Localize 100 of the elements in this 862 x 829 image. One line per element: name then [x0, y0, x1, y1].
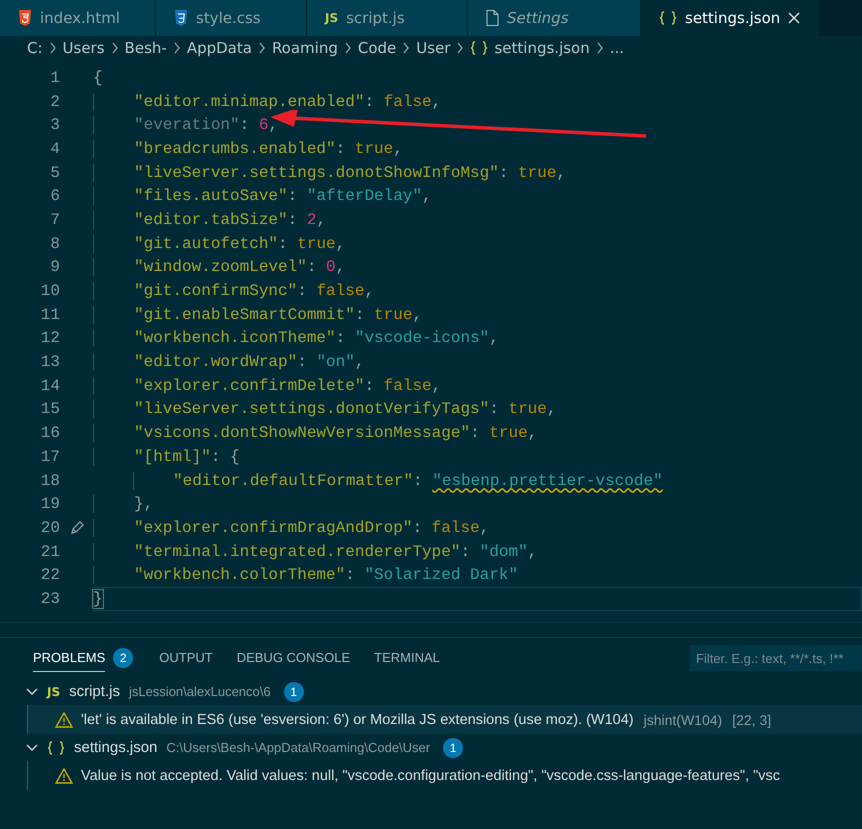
brace: { — [93, 68, 103, 87]
breadcrumb[interactable]: Code — [358, 39, 396, 57]
breadcrumb[interactable]: Roaming — [272, 39, 338, 57]
json-key: "terminal.integrated.rendererType" — [134, 542, 460, 561]
json-value: 2 — [306, 210, 316, 229]
problem-row[interactable]: 'let' is available in ES6 (use 'esversion: 6') or Mozilla JS extensions (use moz). (W104) jshint(W104) [22, 3] — [27, 705, 862, 734]
warning-icon — [55, 712, 73, 728]
count-badge: 1 — [284, 682, 304, 702]
panel-tab[interactable]: PROBLEMS — [33, 644, 106, 672]
line-number: 13 — [40, 353, 60, 372]
breadcrumb[interactable]: C: — [27, 39, 43, 57]
json-value: true — [374, 306, 412, 324]
json-key: "git.confirmSync" — [134, 282, 298, 300]
colon: : — [364, 92, 374, 111]
colon: : — [345, 566, 355, 584]
line-number: 15 — [40, 400, 60, 418]
warning-icon — [55, 768, 73, 784]
line-number: 23 — [40, 590, 60, 608]
js-file-icon: JS — [47, 684, 60, 700]
comma: , — [422, 187, 432, 206]
breadcrumb[interactable]: AppData — [186, 39, 252, 57]
colon: : — [297, 282, 307, 300]
comma: , — [336, 258, 346, 276]
panel-tab[interactable]: OUTPUT — [159, 644, 213, 672]
json-key: "liveServer.settings.donotShowInfoMsg" — [134, 164, 499, 182]
line-number: 16 — [40, 424, 60, 442]
comma: , — [546, 400, 556, 418]
filter-field[interactable]: Filter. E.g.: text, **/*.ts, !** — [690, 645, 862, 671]
file-name: script.js — [69, 683, 120, 700]
json-key: "breadcrumbs.enabled" — [134, 140, 336, 158]
line-number: 22 — [40, 566, 60, 584]
comma: , — [489, 329, 499, 348]
colon: : — [460, 542, 470, 561]
json-key: "workbench.iconTheme" — [134, 329, 336, 348]
breadcrumb[interactable]: settings.json — [494, 39, 590, 57]
breadcrumb[interactable]: Users — [62, 39, 105, 57]
colon: : — [278, 234, 288, 253]
line-number: 5 — [49, 164, 60, 182]
editor-tab[interactable]: index.html — [0, 0, 156, 36]
json-key: "explorer.confirmDelete" — [134, 376, 364, 395]
colon: : — [306, 258, 316, 276]
json-value: false — [384, 92, 432, 111]
line-number: 20 — [40, 518, 60, 537]
js-file-icon: JS — [325, 10, 338, 26]
braces-icon — [470, 41, 488, 55]
file-name: settings.json — [74, 739, 158, 756]
editor-tab[interactable]: JS script.js — [307, 0, 468, 36]
line-number: 8 — [49, 234, 60, 253]
line-number: 7 — [49, 210, 60, 229]
comma: , — [393, 140, 403, 158]
colon: : — [240, 116, 250, 134]
chevron-icon — [596, 42, 604, 54]
breadcrumb[interactable]: Besh- — [124, 39, 167, 57]
comma: , — [412, 306, 422, 324]
problem-position: [22, 3] — [732, 712, 772, 728]
braces-icon — [659, 11, 677, 25]
comma: , — [268, 116, 278, 134]
chevron-icon — [48, 42, 57, 54]
editor-tab[interactable]: Settings — [468, 0, 641, 36]
editor-tab[interactable]: settings.json — [641, 0, 820, 36]
line-number: 3 — [49, 116, 60, 134]
json-value: true — [518, 164, 556, 182]
panel-tab[interactable]: TERMINAL — [374, 644, 440, 672]
close-icon[interactable] — [788, 12, 800, 24]
line-number: 11 — [40, 306, 60, 324]
comma: , — [480, 518, 490, 537]
json-value: false — [432, 518, 480, 537]
json-key: "workbench.colorTheme" — [134, 566, 346, 584]
json-value: true — [508, 400, 547, 418]
colon: : — [413, 472, 423, 490]
json-key: "[html]" — [134, 448, 211, 466]
line-number: 9 — [49, 258, 60, 276]
line-number: 21 — [40, 542, 60, 561]
comma: , — [432, 376, 442, 395]
problem-row[interactable]: Value is not accepted. Valid values: null, "vscode.configuration-editing", "vscode.css-language-features", "vsc — [27, 761, 862, 790]
json-value: "afterDelay" — [306, 187, 422, 206]
chevron-icon — [402, 42, 410, 54]
comma: , — [336, 234, 346, 253]
breadcrumb[interactable]: User — [416, 39, 450, 57]
chevron-icon[interactable] — [26, 686, 38, 696]
pencil-icon — [68, 520, 84, 536]
chevron-icon — [456, 42, 464, 54]
colon: : — [470, 424, 480, 442]
json-key: "editor.wordWrap" — [134, 353, 298, 372]
colon: : — [498, 164, 508, 182]
panel-tab[interactable]: DEBUG CONSOLE — [236, 644, 350, 672]
colon: : — [412, 518, 422, 537]
json-key: "editor.minimap.enabled" — [134, 92, 364, 111]
problem-source: jshint(W104) — [644, 712, 722, 728]
json-key: "files.autoSave" — [134, 187, 288, 206]
chevron-icon[interactable] — [26, 742, 38, 752]
line-number: 18 — [40, 472, 60, 490]
json-value: 6 — [258, 116, 268, 134]
comma: , — [556, 164, 566, 182]
editor-tab[interactable]: style.css — [156, 0, 307, 36]
json-value: true — [354, 140, 394, 158]
breadcrumb[interactable]: ... — [610, 39, 624, 57]
colon: : — [297, 353, 307, 372]
html-file-icon — [18, 10, 32, 26]
brace: }, — [134, 495, 154, 514]
